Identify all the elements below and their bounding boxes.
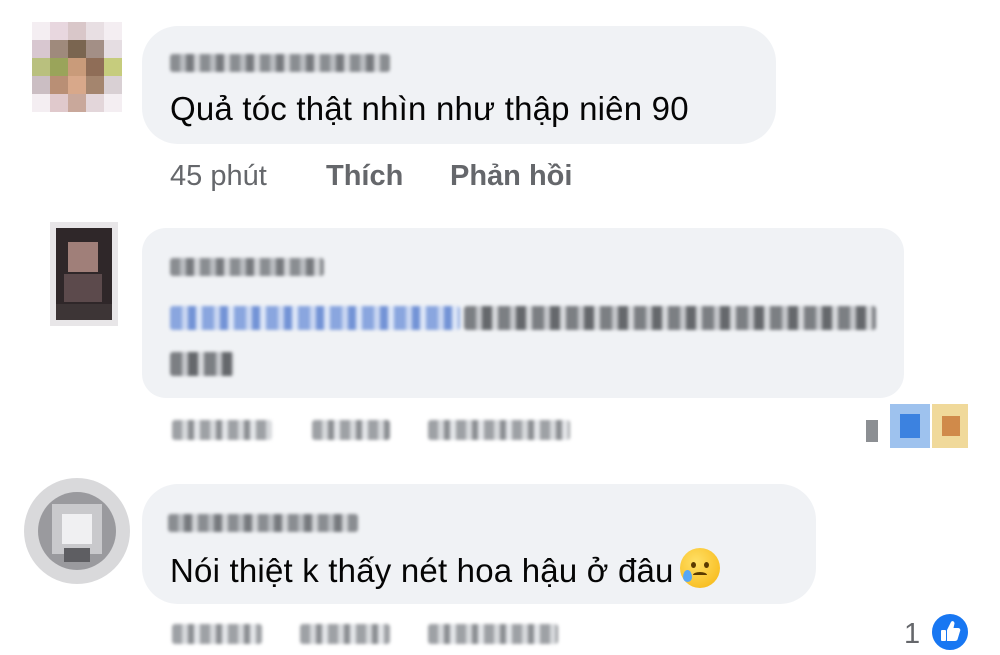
- reply-button-blurred[interactable]: [428, 624, 558, 644]
- avatar[interactable]: [32, 22, 122, 112]
- author-name-blurred[interactable]: [170, 54, 390, 72]
- author-name-blurred[interactable]: [168, 514, 358, 532]
- reaction-count[interactable]: 1: [904, 618, 920, 651]
- reaction-summary-blurred[interactable]: [866, 404, 970, 452]
- avatar[interactable]: [24, 478, 130, 584]
- comment-text-blurred: [170, 352, 234, 376]
- like-button-blurred[interactable]: [300, 624, 390, 644]
- crying-face-icon: [679, 548, 720, 588]
- comment-timestamp-blurred[interactable]: [172, 420, 272, 440]
- comment-text: Quả tóc thật nhìn như thập niên 90: [170, 90, 689, 127]
- comment-text-content: Nói thiệt k thấy nét hoa hậu ở đâu: [170, 552, 674, 589]
- like-button[interactable]: Thích: [326, 160, 403, 193]
- comment-timestamp[interactable]: 45 phút: [170, 160, 267, 193]
- avatar[interactable]: [50, 222, 118, 326]
- mention-link-blurred[interactable]: [170, 306, 460, 330]
- comment-bubble: [142, 228, 904, 398]
- reply-button-blurred[interactable]: [428, 420, 570, 440]
- comment-text-blurred: [464, 306, 876, 330]
- like-button-blurred[interactable]: [312, 420, 390, 440]
- comment-text: Nói thiệt k thấy nét hoa hậu ở đâu: [170, 548, 720, 590]
- comment-timestamp-blurred[interactable]: [172, 624, 262, 644]
- reply-button[interactable]: Phản hồi: [450, 160, 572, 193]
- author-name-blurred[interactable]: [170, 258, 324, 276]
- like-reaction-icon[interactable]: [930, 612, 970, 652]
